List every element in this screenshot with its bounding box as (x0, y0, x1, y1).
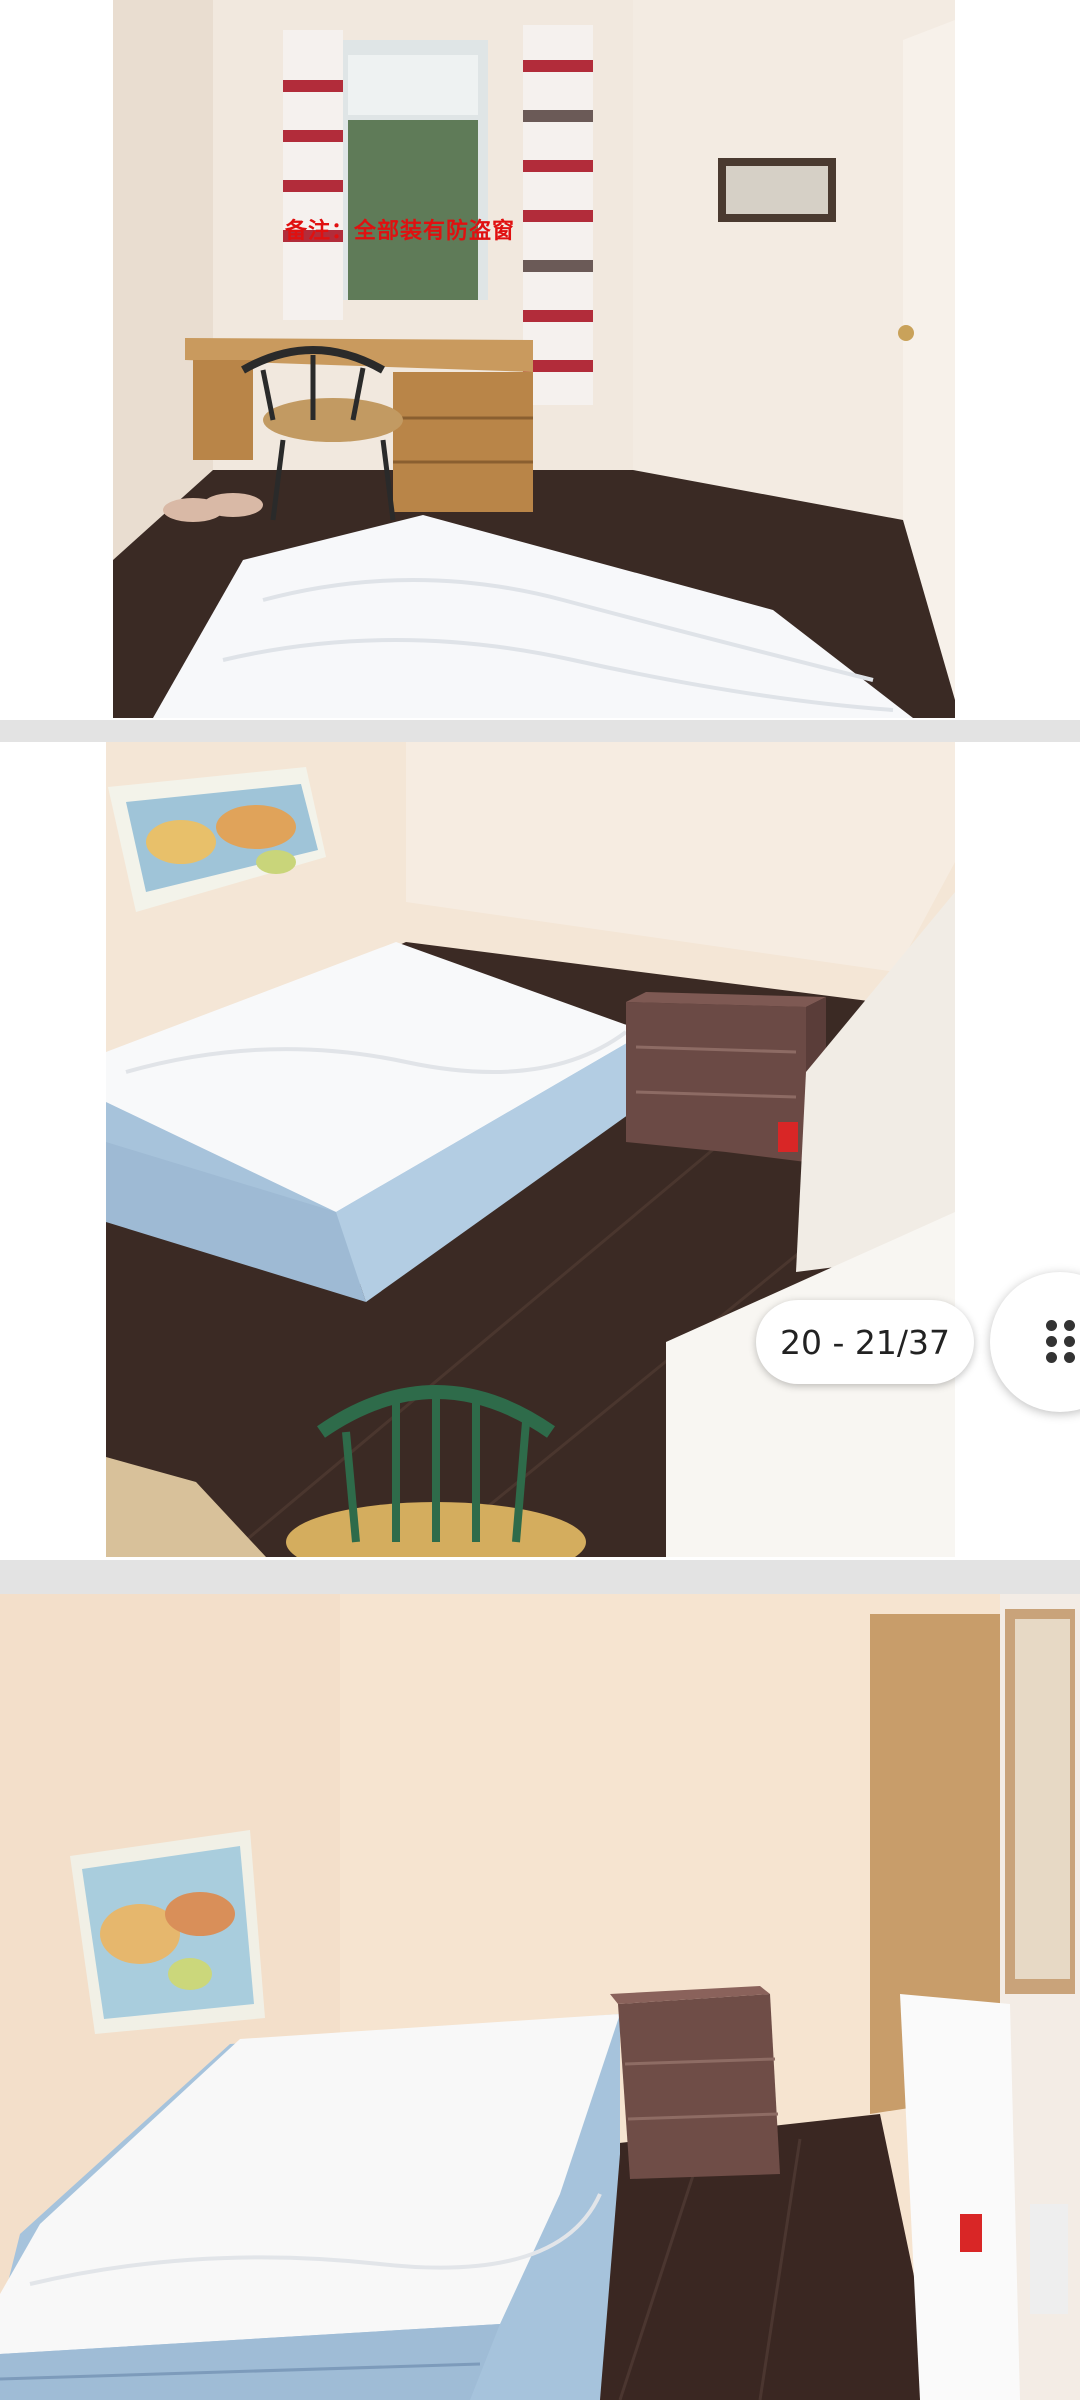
image-counter-label: 20 - 21/37 (780, 1322, 950, 1362)
bedroom-photo-3[interactable] (0, 1594, 1080, 2400)
grid-dots-icon (1046, 1320, 1076, 1364)
bedroom-photo-2[interactable] (106, 742, 955, 1557)
image-counter: 20 - 21/37 (756, 1300, 974, 1384)
bedroom-photo-3-image (0, 1594, 1080, 2400)
image-gallery-page: 备注：全部装有防盗窗 20 - 21/37 (0, 0, 1080, 2400)
photo-divider (0, 1560, 1080, 1594)
bedroom-photo-2-image (106, 742, 955, 1557)
bedroom-photo-1-image (113, 0, 955, 718)
bedroom-photo-1[interactable]: 备注：全部装有防盗窗 (113, 0, 955, 718)
gallery-grid-button[interactable] (990, 1272, 1080, 1412)
photo-caption: 备注：全部装有防盗窗 (285, 218, 516, 244)
photo-divider (0, 720, 1080, 742)
